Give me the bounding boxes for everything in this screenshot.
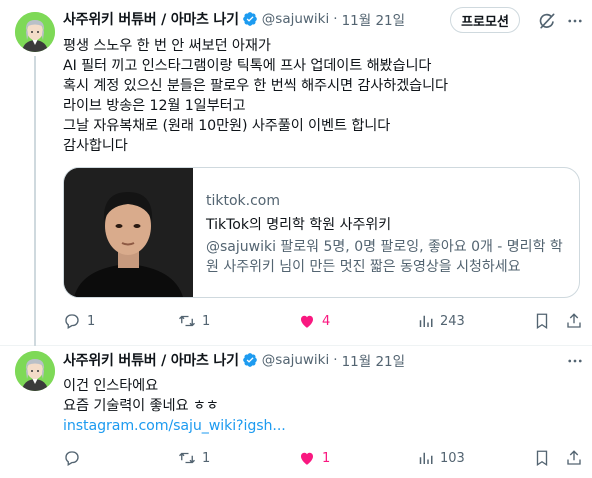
action-bar: 1 1 103: [63, 448, 583, 468]
retweet-button[interactable]: 1: [178, 311, 210, 331]
tweet[interactable]: 사주위키 버튜버 / 아마츠 나기 @sajuwiki · 11월 21일 프로…: [0, 0, 592, 346]
like-button[interactable]: 4: [298, 311, 330, 331]
thread-line: [34, 56, 36, 346]
more-icon[interactable]: [566, 12, 584, 30]
heart-icon: [301, 452, 313, 465]
view-count: 243: [440, 313, 465, 329]
tweet-text: 이건 인스타에요 요즘 기술력이 좋네요 ㅎㅎ instagram.com/sa…: [63, 376, 286, 436]
tweet-text-line: 이건 인스타에요: [63, 378, 159, 394]
share-icon: [567, 450, 581, 465]
reply-icon: [65, 314, 79, 329]
bookmark-icon: [536, 450, 548, 467]
share-button[interactable]: [565, 448, 583, 468]
tweet-text: 평생 스노우 한 번 안 써보던 아재가 AI 필터 끼고 인스타그램이랑 틱톡…: [63, 36, 448, 156]
share-button[interactable]: [565, 311, 583, 331]
verified-badge-icon[interactable]: [242, 352, 258, 368]
tweet-text-line: 라이브 방송은 12월 1일부터고: [63, 98, 246, 114]
avatar[interactable]: [15, 12, 55, 52]
tweet-text-line: 혹시 계정 있으신 분들은 팔로우 한 번씩 해주시면 감사하겠습니다: [63, 78, 448, 94]
author-handle[interactable]: @sajuwiki: [262, 11, 329, 27]
like-count: 4: [322, 313, 331, 329]
card-domain: tiktok.com: [206, 193, 280, 209]
separator-dot: ·: [333, 352, 338, 368]
reply-count: 1: [87, 313, 96, 329]
reply-icon: [65, 451, 79, 466]
tweet-text-line: AI 필터 끼고 인스타그램이랑 틱톡에 프사 업데이트 해봤습니다: [63, 58, 432, 74]
reply-button[interactable]: [63, 448, 87, 468]
bookmark-button[interactable]: [533, 448, 551, 468]
timestamp[interactable]: 11월 21일: [342, 350, 406, 370]
tweet-text-line: 요즘 기술력이 좋네요 ㅎㅎ: [63, 398, 219, 414]
author-name[interactable]: 사주위키 버튜버 / 아마츠 나기: [63, 350, 239, 370]
tweet-text-line: 감사합니다: [63, 138, 128, 154]
view-count: 103: [440, 450, 465, 466]
tweet[interactable]: 사주위키 버튜버 / 아마츠 나기 @sajuwiki · 11월 21일 이건…: [0, 346, 592, 478]
promote-button[interactable]: 프로모션: [450, 7, 520, 33]
card-description: @sajuwiki 팔로워 5명, 0명 팔로잉, 좋아요 0개 - 명리학 학…: [206, 239, 563, 275]
timestamp[interactable]: 11월 21일: [342, 9, 406, 29]
instagram-link[interactable]: instagram.com/saju_wiki?igsh...: [63, 416, 286, 436]
bookmark-button[interactable]: [533, 311, 551, 331]
retweet-icon: [179, 452, 195, 464]
card-thumbnail[interactable]: [64, 168, 193, 297]
grok-icon[interactable]: [537, 11, 557, 31]
tweet-text-line: 평생 스노우 한 번 안 써보던 아재가: [63, 38, 271, 54]
tweet-header: 사주위키 버튜버 / 아마츠 나기 @sajuwiki · 11월 21일: [63, 9, 405, 29]
retweet-icon: [179, 315, 195, 327]
views-button[interactable]: 103: [416, 448, 465, 468]
bookmark-icon: [536, 313, 548, 330]
retweet-count: 1: [202, 313, 211, 329]
retweet-count: 1: [202, 450, 211, 466]
reply-button[interactable]: 1: [63, 311, 95, 331]
more-icon[interactable]: [566, 352, 584, 370]
tweet-text-line: 그날 자유복채로 (원래 10만원) 사주풀이 이벤트 합니다: [63, 118, 391, 134]
like-count: 1: [322, 450, 331, 466]
like-button[interactable]: 1: [298, 448, 330, 468]
tweet-header: 사주위키 버튜버 / 아마츠 나기 @sajuwiki · 11월 21일: [63, 350, 405, 370]
retweet-button[interactable]: 1: [178, 448, 210, 468]
separator-dot: ·: [333, 11, 338, 27]
views-button[interactable]: 243: [416, 311, 465, 331]
verified-badge-icon[interactable]: [242, 11, 258, 27]
card-title[interactable]: TikTok의 명리학 학원 사주위키: [206, 214, 391, 234]
heart-icon: [301, 315, 313, 328]
avatar[interactable]: [15, 351, 55, 391]
share-icon: [567, 313, 581, 328]
author-handle[interactable]: @sajuwiki: [262, 352, 329, 368]
action-bar: 1 1 4 243: [63, 311, 583, 331]
link-preview-card[interactable]: tiktok.com TikTok의 명리학 학원 사주위키 @sajuwiki…: [63, 167, 580, 298]
views-icon: [419, 315, 433, 327]
author-name[interactable]: 사주위키 버튜버 / 아마츠 나기: [63, 9, 239, 29]
views-icon: [419, 452, 433, 464]
